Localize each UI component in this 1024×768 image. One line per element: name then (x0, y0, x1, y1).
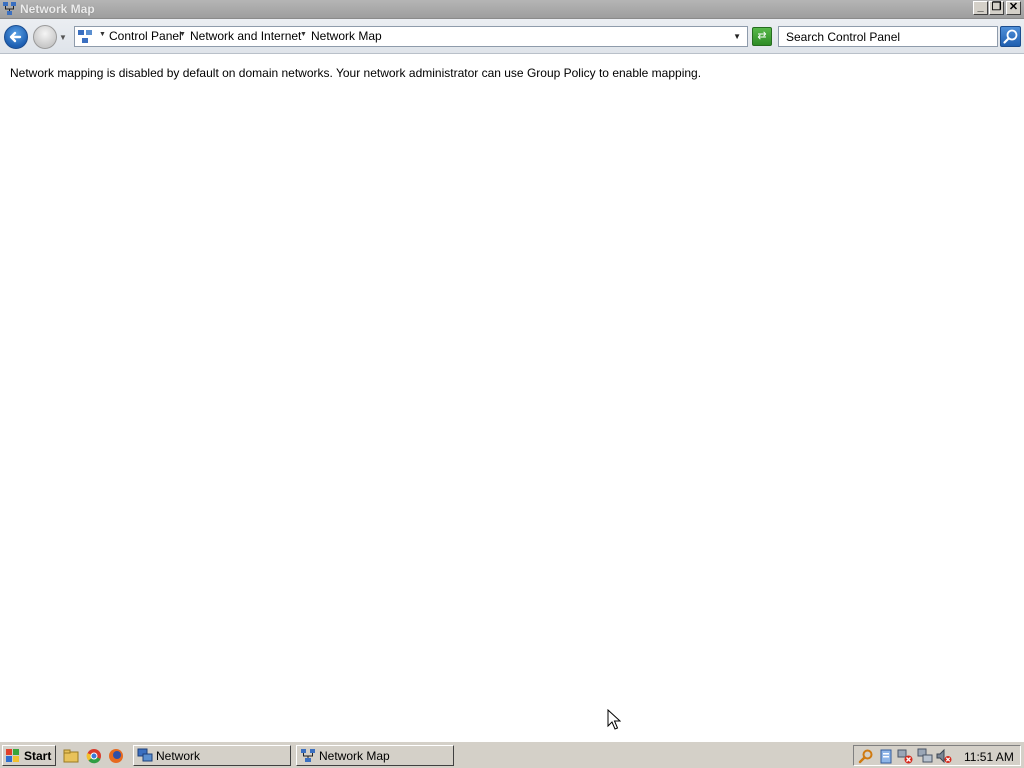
search-button[interactable] (1000, 26, 1021, 47)
network-connections-icon[interactable] (917, 748, 933, 764)
taskbar-item-label: Network (156, 749, 201, 763)
start-button[interactable]: Start (2, 745, 56, 766)
title-bar: Network Map _ ❐ ✕ (0, 0, 1024, 19)
taskbar-item-label: Network Map (319, 749, 390, 763)
content-area: Network mapping is disabled by default o… (0, 54, 1024, 740)
minimize-button[interactable]: _ (973, 1, 988, 15)
back-button[interactable] (4, 25, 28, 49)
start-label: Start (24, 749, 52, 763)
system-tray: 11:51 AM (853, 745, 1021, 766)
clock[interactable]: 11:51 AM (964, 750, 1014, 764)
refresh-icon: ⇄ (757, 30, 767, 42)
clipboard-icon[interactable] (878, 748, 894, 764)
address-bar[interactable]: ▼ Control Panel ▼ Network and Internet ▼… (74, 26, 748, 47)
firefox-icon[interactable] (108, 748, 124, 764)
network-map-icon (3, 2, 16, 15)
restore-button[interactable]: ❐ (989, 1, 1004, 15)
search-box[interactable] (778, 26, 998, 47)
recent-pages-dropdown-icon[interactable]: ▼ (59, 33, 67, 42)
close-button[interactable]: ✕ (1006, 1, 1021, 15)
network-error-icon[interactable] (897, 748, 913, 764)
breadcrumb-arrow-icon[interactable]: ▼ (300, 31, 307, 38)
window-title: Network Map (20, 2, 95, 16)
breadcrumb-control-panel[interactable]: Control Panel (109, 29, 182, 43)
breadcrumb-arrow-icon[interactable]: ▼ (179, 31, 186, 38)
taskbar-item-network[interactable]: Network (133, 745, 291, 766)
refresh-button[interactable]: ⇄ (752, 27, 772, 46)
search-icon (1003, 29, 1018, 44)
network-map-icon (301, 749, 315, 762)
forward-button[interactable] (33, 25, 57, 49)
navigation-bar: ▼ ▼ Control Panel ▼ Network and Internet… (0, 19, 1024, 54)
breadcrumb-network-map[interactable]: Network Map (311, 29, 382, 43)
search-icon[interactable] (858, 748, 874, 764)
search-input[interactable] (779, 27, 997, 46)
network-icon (137, 748, 153, 762)
breadcrumb-arrow-icon[interactable]: ▼ (99, 31, 106, 38)
taskbar: Start Network Network Map 11:51 AM (0, 741, 1024, 768)
address-history-dropdown-icon[interactable]: ▼ (733, 32, 741, 41)
file-manager-icon[interactable] (63, 748, 79, 764)
volume-muted-icon[interactable] (936, 748, 952, 764)
network-mapping-disabled-message: Network mapping is disabled by default o… (10, 66, 702, 80)
back-arrow-icon (9, 31, 22, 43)
taskbar-item-network-map[interactable]: Network Map (296, 745, 454, 766)
breadcrumb-network-and-internet[interactable]: Network and Internet (190, 29, 301, 43)
control-panel-icon (78, 30, 92, 43)
mouse-cursor-icon (607, 709, 621, 730)
chrome-icon[interactable] (86, 748, 102, 764)
windows-logo-icon (6, 749, 19, 762)
